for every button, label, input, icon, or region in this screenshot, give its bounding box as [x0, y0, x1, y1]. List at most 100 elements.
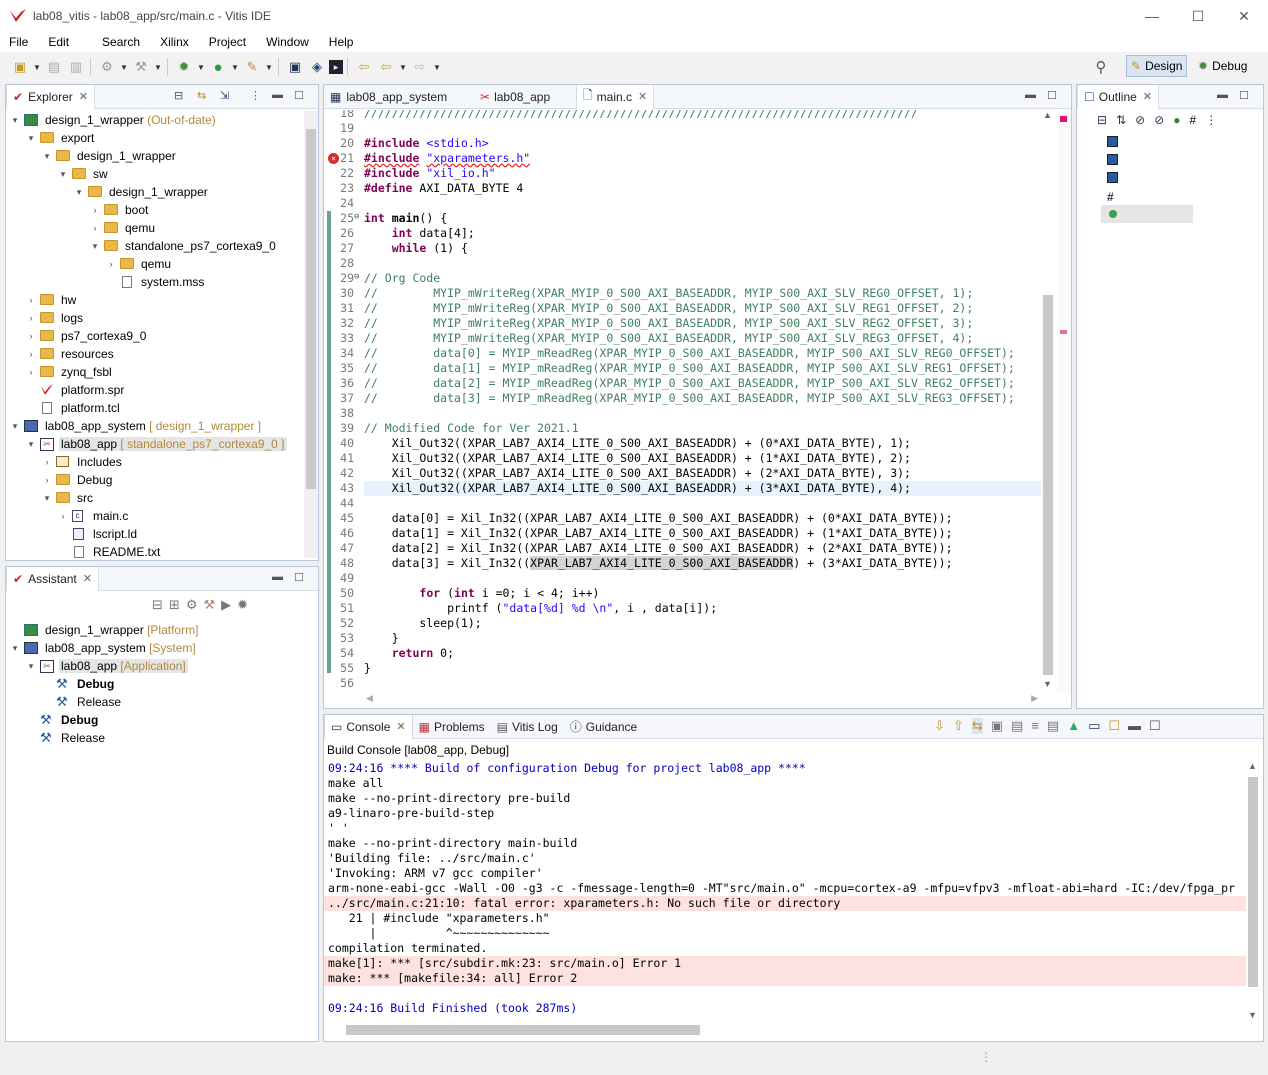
dropdown-icon[interactable]: ▼	[32, 57, 42, 77]
dropdown-icon[interactable]: ▼	[230, 57, 240, 77]
clear-console-icon[interactable]: ▤	[1047, 718, 1059, 734]
pin-console-icon[interactable]: ▲	[1067, 718, 1080, 734]
explorer-tree-item[interactable]: › boot	[6, 201, 304, 219]
link-icon[interactable]: ⇆	[971, 718, 983, 734]
chevron-right-icon[interactable]: ›	[106, 259, 116, 269]
chevron-right-icon[interactable]: ›	[90, 205, 100, 215]
last-edit-icon[interactable]: ⇦	[354, 57, 374, 77]
explorer-tree-item[interactable]: › Debug	[6, 471, 304, 489]
explorer-tree-item[interactable]: ▾ ✂ lab08_app [ standalone_ps7_cortexa9_0 …	[6, 435, 304, 453]
assistant-tree-item[interactable]: ▾ ✂ lab08_app [Application]	[6, 657, 304, 675]
outline-item[interactable]	[1101, 205, 1193, 223]
collapse-all-icon[interactable]: ⊟	[152, 597, 163, 613]
assistant-tree-item[interactable]: design_1_wrapper [Platform]	[6, 621, 304, 639]
filter-icon[interactable]: ⇲	[220, 89, 229, 102]
maximize-button[interactable]: ☐	[1175, 0, 1221, 32]
chevron-right-icon[interactable]: ›	[26, 295, 36, 305]
next-error-icon[interactable]: ⇩	[934, 718, 945, 734]
assistant-tree-item[interactable]: ⚒ Release	[6, 729, 304, 747]
explorer-tree-item[interactable]: › qemu	[6, 219, 304, 237]
outline-item[interactable]	[1077, 169, 1263, 187]
search-icon[interactable]: ⚲	[1091, 57, 1111, 77]
console-output[interactable]: 09:24:16 **** Build of configuration Deb…	[324, 760, 1246, 1025]
tab-problems[interactable]: ▦ Problems	[413, 715, 491, 739]
explorer-tree-item[interactable]: › hw	[6, 291, 304, 309]
chevron-down-icon[interactable]: ▾	[58, 169, 68, 180]
display-console-icon[interactable]: ▭	[1088, 718, 1100, 734]
chevron-down-icon[interactable]: ▾	[26, 439, 36, 450]
settings-gear-icon[interactable]: ⚙	[97, 57, 117, 77]
console-hscrollbar[interactable]	[326, 1023, 1246, 1037]
chevron-down-icon[interactable]: ▾	[90, 241, 100, 252]
code-editor[interactable]: 18 //////////////////////////////////////…	[324, 110, 1042, 694]
warning-marker-icon[interactable]	[1060, 330, 1067, 334]
menu-xilinx[interactable]: Xilinx	[151, 35, 189, 49]
open-console-icon[interactable]: ☐	[1108, 718, 1120, 734]
chevron-right-icon[interactable]: ›	[42, 475, 52, 485]
chevron-right-icon[interactable]: ›	[26, 349, 36, 359]
tab-lab08-app[interactable]: ✂ lab08_app	[474, 85, 576, 109]
console-scrollbar[interactable]: ▲ ▼	[1246, 760, 1260, 1025]
save-icon[interactable]: ▤	[44, 57, 64, 77]
tab-guidance[interactable]: ⓘ Guidance	[564, 715, 643, 739]
explorer-tree-item[interactable]: platform.tcl	[6, 399, 304, 417]
dropdown-icon[interactable]: ▼	[196, 57, 206, 77]
chevron-right-icon[interactable]: ›	[26, 331, 36, 341]
chevron-down-icon[interactable]: ▾	[74, 187, 84, 198]
close-tab-icon[interactable]: ✕	[1143, 90, 1152, 103]
minimize-view-icon[interactable]: ▬	[1217, 89, 1228, 101]
fold-toggle-icon[interactable]: ⊖	[354, 272, 359, 282]
explorer-tree-item[interactable]: ▾ sw	[6, 165, 304, 183]
run-icon[interactable]: ●	[208, 57, 228, 77]
explorer-tree-item[interactable]: › Includes	[6, 453, 304, 471]
target-connections-icon[interactable]: ◈	[307, 57, 327, 77]
explorer-tree-item[interactable]: ▾ design_1_wrapper	[6, 147, 304, 165]
explorer-tree-item[interactable]: README.txt	[6, 543, 304, 560]
menu-window[interactable]: Window	[257, 35, 309, 49]
dropdown-icon[interactable]: ▼	[153, 57, 163, 77]
chevron-right-icon[interactable]: ›	[42, 457, 52, 467]
dropdown-icon[interactable]: ▼	[398, 57, 408, 77]
assistant-tree-item[interactable]: ⚒ Debug	[6, 675, 304, 693]
expand-all-icon[interactable]: ⊞	[169, 597, 180, 613]
minimize-view-icon[interactable]: ▬	[272, 89, 283, 101]
chevron-down-icon[interactable]: ▾	[26, 661, 36, 672]
maximize-view-icon[interactable]: ☐	[1149, 718, 1161, 734]
menu-help[interactable]: Help	[320, 35, 354, 49]
error-icon[interactable]: ×	[328, 153, 339, 164]
explorer-tree-item[interactable]: lscript.ld	[6, 525, 304, 543]
copy-icon[interactable]: ▣	[991, 718, 1003, 734]
chevron-down-icon[interactable]: ▾	[26, 133, 36, 144]
editor-scrollbar[interactable]: ▲ ▼	[1041, 110, 1055, 694]
explorer-scrollbar[interactable]	[304, 111, 318, 558]
explorer-tree-item[interactable]: platform.spr	[6, 381, 304, 399]
save-all-icon[interactable]: ▥	[66, 57, 86, 77]
debug-bug-icon[interactable]: ✹	[237, 597, 248, 613]
minimize-view-icon[interactable]: ▬	[1025, 89, 1036, 101]
chevron-right-icon[interactable]: ›	[58, 511, 68, 521]
chevron-right-icon[interactable]: ›	[26, 313, 36, 323]
tab-console[interactable]: ▭ Console ✕	[324, 714, 413, 739]
menu-edit[interactable]: Edit	[39, 35, 69, 49]
word-wrap-icon[interactable]: ≡	[1031, 718, 1039, 734]
build-hammer-icon[interactable]: ⚒	[203, 597, 215, 613]
close-tab-icon[interactable]: ✕	[396, 720, 405, 733]
sort-icon[interactable]: ⇅	[1116, 113, 1126, 127]
group-macros-icon[interactable]: #	[1190, 113, 1197, 127]
run-icon[interactable]: ▶	[221, 597, 231, 613]
chevron-down-icon[interactable]: ▾	[42, 493, 52, 504]
maximize-view-icon[interactable]: ☐	[294, 89, 304, 102]
debug-bug-icon[interactable]: ✹	[174, 57, 194, 77]
menu-search[interactable]: Search	[93, 35, 140, 49]
view-menu-icon[interactable]: ⋮	[250, 89, 261, 102]
explorer-tree-item[interactable]: ▾ design_1_wrapper (Out-of-date)	[6, 111, 304, 129]
outline-item[interactable]: #	[1077, 187, 1263, 205]
outline-item[interactable]	[1077, 151, 1263, 169]
chevron-down-icon[interactable]: ▾	[10, 421, 20, 432]
dropdown-icon[interactable]: ▼	[264, 57, 274, 77]
chevron-right-icon[interactable]: ›	[90, 223, 100, 233]
tab-lab08-app-system[interactable]: ▦ lab08_app_system	[324, 85, 474, 109]
editor-hscrollbar[interactable]: ◀ ▶	[364, 693, 1040, 707]
dropdown-icon[interactable]: ▼	[432, 57, 442, 77]
chevron-down-icon[interactable]: ▾	[10, 643, 20, 654]
